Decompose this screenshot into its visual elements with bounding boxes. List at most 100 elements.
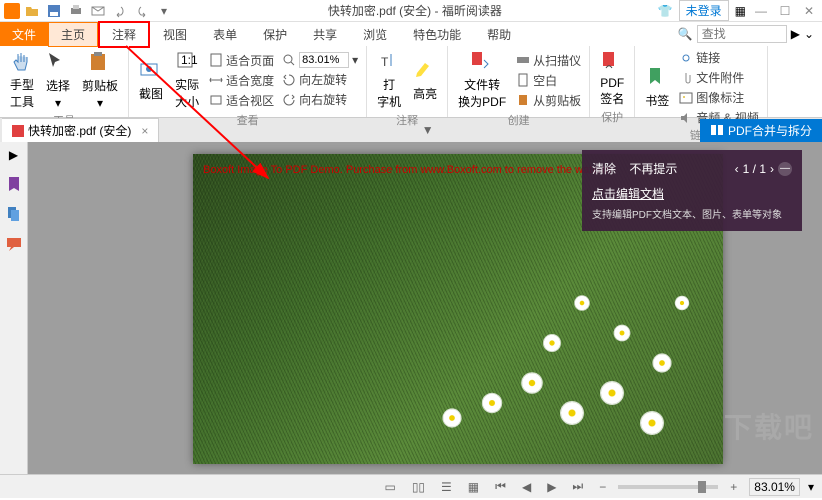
minimize-button[interactable]: — xyxy=(752,4,770,18)
zoom-control[interactable]: ▾ xyxy=(280,51,360,69)
pdf-sign-button[interactable]: PDF 签名 xyxy=(596,48,628,109)
popup-dont-show-button[interactable]: 不再提示 xyxy=(629,162,677,176)
search-icon[interactable]: 🔍 xyxy=(678,27,693,41)
tab-view[interactable]: 视图 xyxy=(150,22,200,47)
prev-page-icon[interactable]: ◀ xyxy=(518,478,535,496)
hand-tool-button[interactable]: 手型 工具 xyxy=(6,48,38,112)
tab-home[interactable]: 主页 xyxy=(48,22,98,47)
merge-split-button[interactable]: PDF合并与拆分 xyxy=(700,119,822,142)
document-tab-label: 快转加密.pdf (安全) xyxy=(28,122,131,139)
document-area[interactable]: Boxoft Image To PDF Demo. Purchase from … xyxy=(28,142,822,474)
search-input[interactable] xyxy=(697,25,787,43)
bookmark-button[interactable]: 书签 xyxy=(641,64,673,111)
tab-protect[interactable]: 保护 xyxy=(250,22,300,47)
from-scanner-button[interactable]: 从扫描仪 xyxy=(514,51,583,70)
comments-panel-icon[interactable] xyxy=(6,236,22,252)
popup-prev-icon[interactable]: ‹ xyxy=(735,162,739,176)
rotate-right-button[interactable]: 向右旋转 xyxy=(280,90,360,109)
download-watermark: 下载吧 xyxy=(724,406,814,446)
fit-page-button[interactable]: 适合页面 xyxy=(207,51,276,70)
ribbon: 手型 工具 选择▾ 剪贴板▾ 工具 截图 1:1实际 大小 适合页面 适合宽度 … xyxy=(0,46,822,118)
group-label-view: 查看 xyxy=(237,112,259,128)
tab-features[interactable]: 特色功能 xyxy=(400,22,474,47)
save-icon[interactable] xyxy=(46,3,62,19)
view-mode-2-icon[interactable]: ▯▯ xyxy=(408,478,429,496)
zoom-out-icon[interactable]: − xyxy=(595,478,610,496)
quick-access-toolbar: ▾ xyxy=(24,3,172,19)
statusbar: ▭ ▯▯ ☰ ▦ ⏮ ◀ ▶ ⏭ − + 83.01% ▾ xyxy=(0,474,822,498)
popup-close-icon[interactable]: — xyxy=(778,162,792,176)
popup-title[interactable]: 点击编辑文档 xyxy=(592,185,792,202)
pdf-icon xyxy=(12,125,24,137)
zoom-display[interactable]: 83.01% xyxy=(749,478,800,496)
group-label-annotate: 注释 xyxy=(396,112,418,128)
bookmark-panel-icon[interactable] xyxy=(6,176,22,192)
tab-dropdown-icon[interactable]: ▼ xyxy=(422,123,434,137)
popup-subtitle: 支持编辑PDF文档文本、图片、表单等对象 xyxy=(592,206,792,221)
tab-browse[interactable]: 浏览 xyxy=(350,22,400,47)
popup-clear-button[interactable]: 清除 xyxy=(592,162,616,176)
skin-icon[interactable]: 👕 xyxy=(658,4,673,18)
search-go-icon[interactable]: ▶ xyxy=(791,27,800,41)
typewriter-button[interactable]: T打 字机 xyxy=(373,48,405,112)
popup-next-icon[interactable]: › xyxy=(770,162,774,176)
image-annot-button[interactable]: 图像标注 xyxy=(677,88,761,107)
merge-icon xyxy=(710,123,724,137)
svg-text:1:1: 1:1 xyxy=(181,53,198,67)
view-mode-1-icon[interactable]: ▭ xyxy=(380,478,399,496)
next-page-icon[interactable]: ▶ xyxy=(543,478,560,496)
ribbon-group-annotate: T打 字机 高亮 注释 xyxy=(367,46,448,117)
ribbon-group-create: 文件转 换为PDF 从扫描仪 空白 从剪贴板 创建 xyxy=(448,46,590,117)
collapse-ribbon-icon[interactable]: ⌄ xyxy=(804,27,814,41)
open-icon[interactable] xyxy=(24,3,40,19)
clipboard-button[interactable]: 剪贴板▾ xyxy=(78,49,122,112)
edit-popup: 清除 不再提示 ‹ 1 / 1 › — 点击编辑文档 支持编辑PDF文档文本、图… xyxy=(582,150,802,231)
view-mode-3-icon[interactable]: ☰ xyxy=(437,478,456,496)
nav-expand-icon[interactable]: ▶ xyxy=(9,148,18,162)
login-button[interactable]: 未登录 xyxy=(679,0,729,21)
last-page-icon[interactable]: ⏭ xyxy=(568,477,587,496)
first-page-icon[interactable]: ⏮ xyxy=(491,477,510,496)
attachment-button[interactable]: 文件附件 xyxy=(677,68,761,87)
ribbon-group-protect: PDF 签名 保护 xyxy=(590,46,635,117)
ribbon-group-links: 书签 链接 文件附件 图像标注 音频 & 视频 链接 xyxy=(635,46,768,117)
window-title: 快转加密.pdf (安全) - 福昕阅读器 xyxy=(172,2,658,19)
select-tool-button[interactable]: 选择▾ xyxy=(42,49,74,112)
screenshot-button[interactable]: 截图 xyxy=(135,57,167,104)
qat-dropdown-icon[interactable]: ▾ xyxy=(156,3,172,19)
maximize-button[interactable]: ☐ xyxy=(776,4,794,18)
fit-width-button[interactable]: 适合宽度 xyxy=(207,71,276,90)
zoom-dropdown-icon[interactable]: ▾ xyxy=(808,480,814,494)
blank-button[interactable]: 空白 xyxy=(514,71,583,90)
tab-annotate[interactable]: 注释 xyxy=(98,21,150,48)
grid-icon[interactable]: ▦ xyxy=(735,4,746,18)
fit-visible-button[interactable]: 适合视区 xyxy=(207,91,276,110)
tab-help[interactable]: 帮助 xyxy=(474,22,524,47)
print-icon[interactable] xyxy=(68,3,84,19)
menubar: 文件 主页 注释 视图 表单 保护 共享 浏览 特色功能 帮助 🔍 ▶ ⌄ xyxy=(0,22,822,46)
ribbon-group-view: 截图 1:1实际 大小 适合页面 适合宽度 适合视区 ▾ 向左旋转 向右旋转 查… xyxy=(129,46,367,117)
highlight-button[interactable]: 高亮 xyxy=(409,57,441,104)
undo-icon[interactable] xyxy=(112,3,128,19)
tab-share[interactable]: 共享 xyxy=(300,22,350,47)
navigation-panel: ▶ xyxy=(0,142,28,474)
zoom-input[interactable] xyxy=(299,52,349,68)
view-mode-4-icon[interactable]: ▦ xyxy=(464,478,483,496)
redo-icon[interactable] xyxy=(134,3,150,19)
document-tab[interactable]: 快转加密.pdf (安全) × xyxy=(2,118,159,142)
actual-size-button[interactable]: 1:1实际 大小 xyxy=(171,48,203,112)
pages-panel-icon[interactable] xyxy=(6,206,22,222)
from-clipboard-button[interactable]: 从剪贴板 xyxy=(514,91,583,110)
ribbon-group-tools: 手型 工具 选择▾ 剪贴板▾ 工具 xyxy=(0,46,129,117)
links-button[interactable]: 链接 xyxy=(677,48,761,67)
tab-form[interactable]: 表单 xyxy=(200,22,250,47)
file-tab[interactable]: 文件 xyxy=(0,22,48,46)
convert-button[interactable]: 文件转 换为PDF xyxy=(454,48,510,112)
tab-close-icon[interactable]: × xyxy=(141,124,148,138)
email-icon[interactable] xyxy=(90,3,106,19)
close-button[interactable]: ✕ xyxy=(800,4,818,18)
zoom-slider[interactable] xyxy=(618,485,718,489)
workspace: ▶ Boxoft Image To PDF Demo. Purchase fro… xyxy=(0,142,822,474)
zoom-in-icon[interactable]: + xyxy=(726,478,741,496)
rotate-left-button[interactable]: 向左旋转 xyxy=(280,70,360,89)
